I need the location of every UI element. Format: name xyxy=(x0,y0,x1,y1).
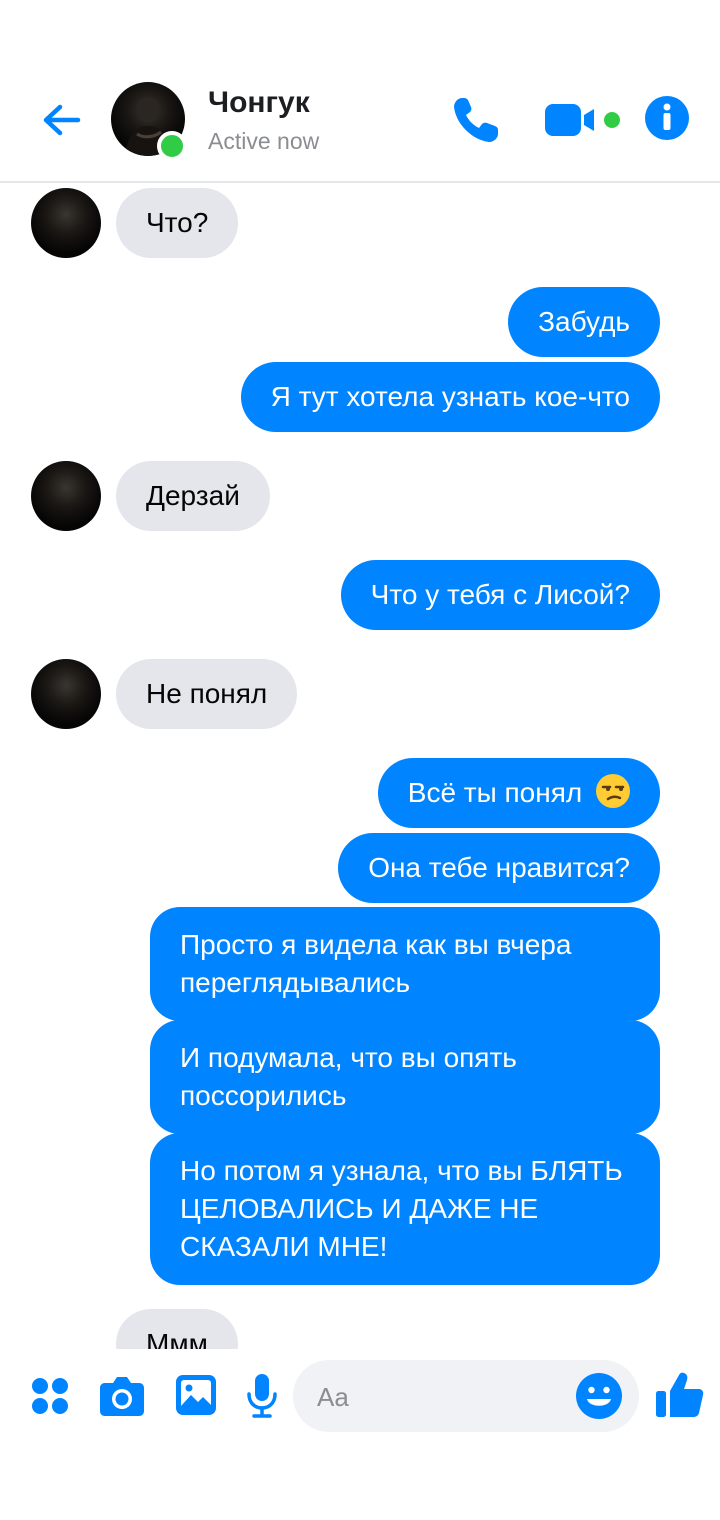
contact-avatar-small[interactable] xyxy=(31,188,101,258)
message-outgoing[interactable]: Она тебе нравится? xyxy=(338,833,660,903)
message-text: Что? xyxy=(146,207,209,238)
message-incoming[interactable]: Что? xyxy=(116,188,239,258)
message-outgoing[interactable]: Забудь xyxy=(508,287,660,357)
camera-icon[interactable] xyxy=(99,1375,145,1417)
contact-avatar-small[interactable] xyxy=(31,659,101,729)
message-text: Просто я видела как вы вчера переглядыва… xyxy=(180,929,572,998)
message-outgoing[interactable]: Я тут хотела узнать кое-что xyxy=(240,362,660,432)
message-incoming[interactable]: Не понял xyxy=(116,659,298,729)
emoji-icon[interactable] xyxy=(575,1372,623,1420)
message-outgoing[interactable]: Что у тебя с Лисой? xyxy=(340,560,660,630)
video-call-icon[interactable] xyxy=(544,100,624,140)
message-outgoing[interactable]: Просто я видела как вы вчера переглядыва… xyxy=(150,907,660,1021)
contact-name[interactable]: Чонгук xyxy=(208,86,310,120)
online-indicator xyxy=(157,131,187,161)
unamused-face-icon xyxy=(596,774,630,808)
message-text: Дерзай xyxy=(146,480,240,511)
message-incoming[interactable]: Дерзай xyxy=(116,461,270,531)
message-incoming[interactable]: Ммм xyxy=(116,1309,238,1349)
thumbs-up-icon[interactable] xyxy=(655,1371,705,1419)
message-text: Я тут хотела узнать кое-что xyxy=(270,381,630,412)
message-text: Ммм xyxy=(146,1328,208,1349)
back-arrow-icon[interactable] xyxy=(38,96,86,144)
info-icon[interactable] xyxy=(644,95,690,141)
message-text: Забудь xyxy=(538,306,630,337)
message-text: Она тебе нравится? xyxy=(368,852,630,883)
message-thread[interactable]: Что? Забудь Я тут хотела узнать кое-что … xyxy=(0,184,720,1349)
message-text: Но потом я узнала, что вы БЛЯТЬ ЦЕЛОВАЛИ… xyxy=(180,1155,623,1262)
gallery-icon[interactable] xyxy=(175,1374,217,1416)
chat-header: Чонгук Active now xyxy=(0,0,720,183)
contact-status: Active now xyxy=(208,128,320,154)
message-input-container[interactable] xyxy=(293,1360,639,1432)
message-text: Не понял xyxy=(146,678,268,709)
apps-icon[interactable] xyxy=(31,1377,69,1415)
message-text: И подумала, что вы опять поссорились xyxy=(180,1042,517,1111)
message-input[interactable] xyxy=(315,1376,559,1418)
phone-icon[interactable] xyxy=(448,92,504,148)
message-outgoing[interactable]: Но потом я узнала, что вы БЛЯТЬ ЦЕЛОВАЛИ… xyxy=(150,1133,660,1285)
contact-avatar-small[interactable] xyxy=(31,461,101,531)
microphone-icon[interactable] xyxy=(246,1373,278,1419)
message-text: Всё ты понял xyxy=(407,777,583,808)
message-outgoing[interactable]: Всё ты понял xyxy=(377,758,660,828)
message-text: Что у тебя с Лисой? xyxy=(370,579,630,610)
message-outgoing[interactable]: И подумала, что вы опять поссорились xyxy=(150,1020,660,1134)
message-composer xyxy=(0,1350,720,1450)
